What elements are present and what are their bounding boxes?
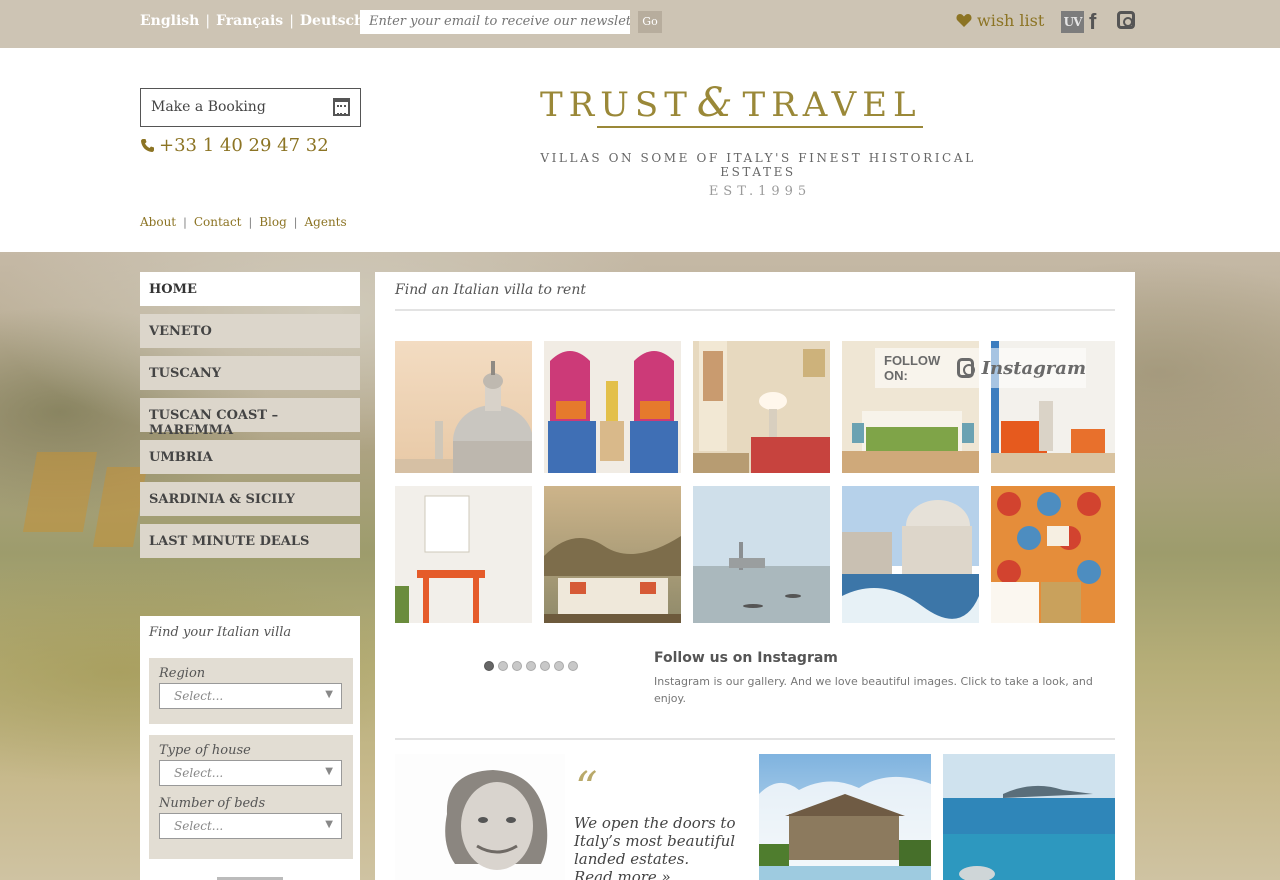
founder-portrait [395, 754, 565, 880]
nav-item-veneto[interactable]: VENETO [140, 314, 360, 348]
uv-icon[interactable]: UV [1061, 11, 1084, 33]
link-separator: | [183, 215, 187, 229]
carousel-dot[interactable] [540, 661, 550, 671]
carousel-dot[interactable] [484, 661, 494, 671]
region-box: Region Select... ▼ [149, 658, 353, 724]
region-select[interactable]: Select... ▼ [159, 683, 342, 709]
gallery-image-pink-beds[interactable] [544, 341, 681, 473]
logo-word-trust: TRUST [540, 85, 693, 125]
divider [395, 738, 1115, 740]
instagram-heading[interactable]: Follow us on Instagram [654, 650, 838, 666]
link-about[interactable]: About [140, 215, 176, 229]
heart-icon [956, 14, 972, 27]
language-separator: | [289, 13, 294, 29]
instagram-icon[interactable] [1117, 11, 1135, 29]
type-of-house-select[interactable]: Select... ▼ [159, 760, 342, 786]
instagram-icon [956, 358, 975, 378]
type-of-house-label: Type of house [159, 743, 251, 758]
language-german[interactable]: Deutsch [300, 13, 364, 29]
chevron-down-icon: ▼ [325, 689, 333, 700]
nav-item-tuscany[interactable]: TUSCANY [140, 356, 360, 390]
carousel-dot[interactable] [568, 661, 578, 671]
phone-icon [141, 139, 154, 152]
logo-word-travel: TRAVEL [742, 85, 922, 125]
region-select-value: Select... [174, 689, 224, 703]
divider [395, 309, 1115, 311]
region-label: Region [159, 666, 206, 681]
carousel-dot[interactable] [526, 661, 536, 671]
chevron-down-icon: ▼ [325, 766, 333, 777]
link-contact[interactable]: Contact [194, 215, 242, 229]
follow-on-label: FOLLOW ON: [884, 353, 941, 383]
carousel-dot[interactable] [512, 661, 522, 671]
finder-title: Find your Italian villa [149, 625, 292, 640]
villa-photo-sea-coast[interactable] [943, 754, 1115, 880]
nav-item-umbria[interactable]: UMBRIA [140, 440, 360, 474]
type-select-value: Select... [174, 766, 224, 780]
newsletter-email-input[interactable] [360, 10, 630, 34]
gallery-image-patterned-wall[interactable] [991, 486, 1115, 623]
link-agents[interactable]: Agents [305, 215, 347, 229]
deck-chair-decoration [92, 467, 148, 547]
calendar-icon [333, 98, 350, 116]
villa-photo-stone-house[interactable] [759, 754, 931, 880]
house-beds-box: Type of house Select... ▼ Number of beds… [149, 735, 353, 859]
link-separator: | [293, 215, 298, 229]
nav-item-sardinia-sicily[interactable]: SARDINIA & SICILY [140, 482, 360, 516]
nav-item-last-minute-deals[interactable]: LAST MINUTE DEALS [140, 524, 360, 558]
logo-underline [597, 126, 923, 128]
logo-ampersand: & [696, 80, 739, 126]
facebook-icon[interactable]: f [1089, 9, 1096, 35]
wish-list-label: wish list [977, 11, 1045, 30]
follow-on-instagram-badge[interactable]: FOLLOW ON: Instagram [875, 348, 1086, 388]
gallery-image-white-desk[interactable] [395, 486, 532, 623]
instagram-gallery[interactable]: FOLLOW ON: Instagram [395, 341, 1115, 624]
newsletter-go-button[interactable]: Go [638, 11, 662, 33]
gallery-image-venice-canal[interactable] [842, 486, 979, 623]
language-french[interactable]: Français [216, 13, 283, 29]
quote-mark-icon: “ [575, 763, 598, 814]
established-year: EST.1995 [708, 184, 812, 199]
header-links: About | Contact | Blog | Agents [140, 215, 347, 229]
logo[interactable]: TRUST & TRAVEL [540, 80, 980, 132]
tagline: VILLAS ON SOME OF ITALY'S FINEST HISTORI… [540, 151, 976, 179]
language-english[interactable]: English [140, 13, 199, 29]
nav-item-home[interactable]: HOME [140, 272, 360, 306]
testimonial-quote: We open the doors to Italy’s most beauti… [574, 814, 736, 868]
phone-text: +33 1 40 29 47 32 [159, 135, 329, 156]
number-of-beds-select[interactable]: Select... ▼ [159, 813, 342, 839]
language-switcher: English | Français | Deutsch [140, 13, 364, 29]
gallery-image-mural-sofa[interactable] [544, 486, 681, 623]
nav-item-tuscan-coast[interactable]: TUSCAN COAST – MAREMMA [140, 398, 360, 438]
make-booking-field[interactable]: Make a Booking [140, 88, 361, 127]
deck-chair-decoration [22, 452, 98, 532]
top-bar: English | Français | Deutsch Go wish lis… [0, 0, 1280, 48]
villa-finder: Find your Italian villa Region Select...… [140, 616, 360, 880]
chevron-down-icon: ▼ [325, 819, 333, 830]
logo-wordmark: TRUST & TRAVEL [540, 80, 980, 126]
main-panel: Find an Italian villa to rent FOLLOW ON:… [375, 272, 1135, 880]
phone-number[interactable]: +33 1 40 29 47 32 [140, 135, 329, 156]
carousel-pagination [484, 661, 578, 671]
link-separator: | [248, 215, 253, 229]
gallery-image-cream-room[interactable] [693, 341, 830, 473]
instagram-description: Instagram is our gallery. And we love be… [654, 675, 1093, 705]
beds-select-value: Select... [174, 819, 224, 833]
carousel-dot[interactable] [554, 661, 564, 671]
carousel-dot[interactable] [498, 661, 508, 671]
read-more-link[interactable]: Read more » [574, 868, 671, 880]
wish-list-link[interactable]: wish list [956, 11, 1044, 30]
booking-label: Make a Booking [151, 99, 266, 115]
gallery-image-venice-lagoon[interactable] [693, 486, 830, 623]
instagram-wordmark: Instagram [981, 357, 1086, 379]
number-of-beds-label: Number of beds [159, 796, 266, 811]
language-separator: | [205, 13, 211, 29]
link-blog[interactable]: Blog [259, 215, 287, 229]
main-title: Find an Italian villa to rent [395, 282, 586, 298]
gallery-image-venice-dome[interactable] [395, 341, 532, 473]
